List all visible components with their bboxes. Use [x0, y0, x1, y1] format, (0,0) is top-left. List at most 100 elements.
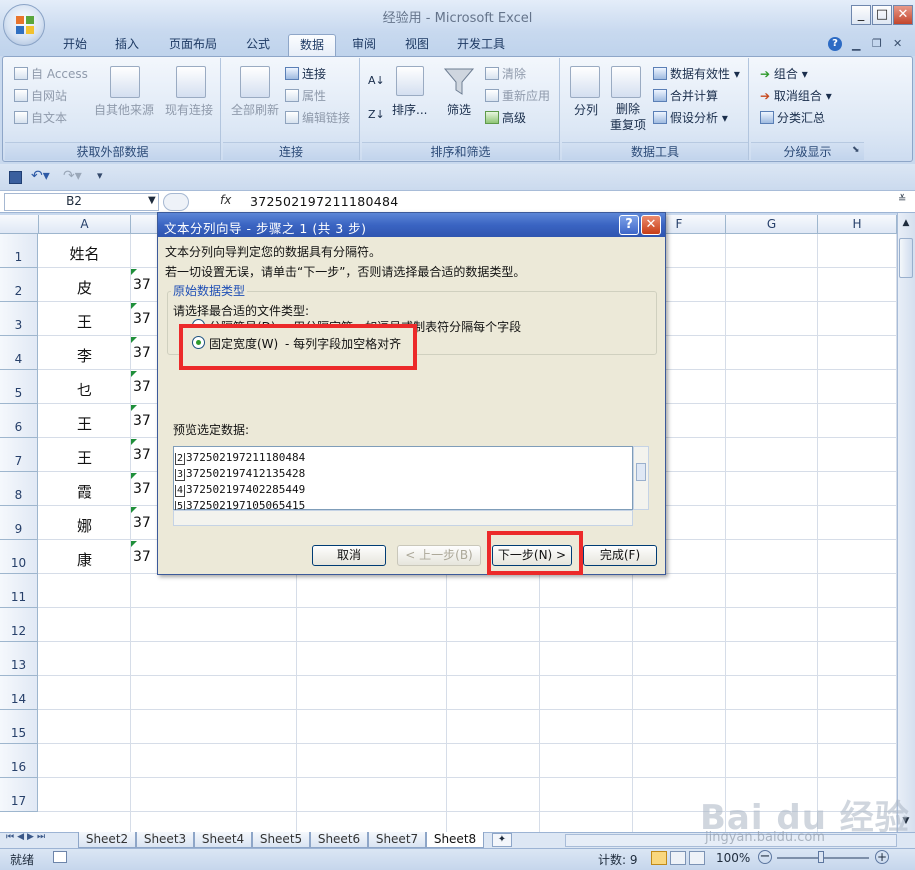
cell-id[interactable]: 37 — [133, 277, 151, 293]
ungroup-button[interactable]: ➔ 取消组合 ▾ — [760, 87, 832, 104]
sheet-tab[interactable]: Sheet6 — [310, 832, 368, 848]
subtotal-button[interactable]: 分类汇总 — [760, 109, 825, 126]
from-access-button[interactable]: 自 Access — [14, 65, 88, 82]
save-icon[interactable] — [9, 171, 22, 184]
tab-review[interactable]: 审阅 — [342, 34, 386, 56]
maximize-button[interactable]: □ — [872, 5, 892, 25]
remove-duplicates-button[interactable]: 删除 重复项 — [610, 101, 646, 133]
preview-horizontal-scrollbar[interactable] — [173, 510, 633, 526]
macro-record-icon[interactable] — [53, 851, 67, 863]
tab-insert[interactable]: 插入 — [106, 34, 148, 56]
cell-name[interactable]: 乜 — [39, 379, 130, 400]
sheet-tab[interactable]: Sheet2 — [78, 832, 136, 848]
other-sources-button[interactable]: 自其他来源 — [94, 101, 154, 118]
row-header[interactable]: 16 — [0, 744, 38, 778]
advanced-button[interactable]: 高级 — [485, 109, 526, 126]
cell-name[interactable]: 王 — [39, 311, 130, 332]
row-header[interactable]: 8 — [0, 472, 38, 506]
refresh-all-button[interactable]: 全部刷新 — [231, 101, 279, 118]
row-header[interactable]: 4 — [0, 336, 38, 370]
page-layout-view-icon[interactable] — [670, 851, 686, 865]
normal-view-icon[interactable] — [651, 851, 667, 865]
sheet-tab[interactable]: Sheet5 — [252, 832, 310, 848]
zoom-in-icon[interactable]: + — [875, 850, 889, 864]
edit-links-button[interactable]: 编辑链接 — [285, 109, 350, 126]
scroll-up-icon[interactable]: ▲ — [899, 218, 913, 232]
connections-button[interactable]: 连接 — [285, 65, 326, 82]
tab-data[interactable]: 数据 — [288, 34, 336, 56]
cell-id[interactable]: 37 — [133, 379, 151, 395]
existing-connections-button[interactable]: 现有连接 — [165, 101, 213, 118]
minimize-button[interactable]: _ — [851, 5, 871, 25]
undo-icon[interactable]: ↶▾ — [31, 168, 50, 184]
formula-input[interactable]: 372502197211180484 — [250, 194, 399, 209]
row-header[interactable]: 15 — [0, 710, 38, 744]
sort-desc-icon[interactable]: Z↓ — [368, 108, 385, 121]
what-if-button[interactable]: 假设分析 ▾ — [653, 109, 728, 126]
text-to-columns-button[interactable]: 分列 — [574, 101, 598, 118]
ribbon-restore-icon[interactable]: ❐ — [872, 37, 882, 50]
formula-expand-handle[interactable] — [163, 193, 189, 211]
dialog-launcher-icon[interactable]: ⬊ — [852, 145, 860, 155]
select-all-corner[interactable] — [0, 215, 39, 234]
cell-name[interactable]: 王 — [39, 447, 130, 468]
help-icon[interactable]: ? — [828, 37, 842, 51]
cell-id[interactable]: 37 — [133, 515, 151, 531]
row-header[interactable]: 7 — [0, 438, 38, 472]
row-header[interactable]: 1 — [0, 234, 38, 268]
cell-name[interactable]: 皮 — [39, 277, 130, 298]
sort-asc-icon[interactable]: A↓ — [368, 74, 385, 87]
sheet-tab[interactable]: Sheet3 — [136, 832, 194, 848]
cell-name[interactable]: 霞 — [39, 481, 130, 502]
row-header[interactable]: 6 — [0, 404, 38, 438]
cell-name[interactable]: 姓名 — [39, 243, 130, 264]
redo-icon[interactable]: ↷▾ — [63, 168, 82, 184]
row-header[interactable]: 12 — [0, 608, 38, 642]
office-button[interactable] — [3, 4, 45, 46]
ribbon-min-icon[interactable]: ▁ — [852, 38, 860, 51]
sheet-tab[interactable]: Sheet8 — [426, 832, 484, 848]
row-header[interactable]: 10 — [0, 540, 38, 574]
data-validation-button[interactable]: 数据有效性 ▾ — [653, 65, 740, 82]
sheet-tab[interactable]: Sheet7 — [368, 832, 426, 848]
column-header[interactable]: G — [726, 215, 818, 234]
filter-button[interactable]: 筛选 — [447, 101, 471, 118]
customize-qat-icon[interactable]: ▾ — [97, 169, 103, 182]
window-close-button[interactable]: ✕ — [893, 5, 913, 25]
tab-home[interactable]: 开始 — [54, 34, 96, 56]
vertical-scroll-thumb[interactable] — [899, 238, 913, 278]
vertical-scrollbar[interactable] — [897, 213, 915, 832]
tab-formulas[interactable]: 公式 — [236, 34, 280, 56]
cell-id[interactable]: 37 — [133, 549, 151, 565]
cancel-button[interactable]: 取消 — [312, 545, 386, 566]
cell-id[interactable]: 37 — [133, 311, 151, 327]
tab-developer[interactable]: 开发工具 — [448, 34, 514, 56]
group-button[interactable]: ➔ 组合 ▾ — [760, 65, 808, 82]
column-header[interactable]: H — [818, 215, 897, 234]
row-header[interactable]: 5 — [0, 370, 38, 404]
from-web-button[interactable]: 自网站 — [14, 87, 67, 104]
consolidate-button[interactable]: 合并计算 — [653, 87, 718, 104]
dialog-close-button[interactable]: ✕ — [641, 215, 661, 235]
cell-id[interactable]: 37 — [133, 345, 151, 361]
zoom-level[interactable]: 100% — [716, 851, 750, 865]
sort-button[interactable]: 排序... — [392, 101, 427, 118]
cell-name[interactable]: 康 — [39, 549, 130, 570]
tab-page-layout[interactable]: 页面布局 — [160, 34, 226, 56]
sheet-tab[interactable]: Sheet4 — [194, 832, 252, 848]
clear-button[interactable]: 清除 — [485, 65, 526, 82]
reapply-button[interactable]: 重新应用 — [485, 87, 550, 104]
formula-expand-icon[interactable]: ≚ — [898, 194, 906, 205]
dialog-help-button[interactable]: ? — [619, 215, 639, 235]
sheet-nav-icons[interactable]: ⏮◀▶⏭ — [6, 832, 48, 842]
cell-name[interactable]: 李 — [39, 345, 130, 366]
zoom-slider-thumb[interactable] — [818, 851, 824, 863]
insert-sheet-icon[interactable]: ✦ — [492, 833, 512, 847]
cell-id[interactable]: 37 — [133, 447, 151, 463]
cell-id[interactable]: 37 — [133, 481, 151, 497]
row-header[interactable]: 17 — [0, 778, 38, 812]
page-break-view-icon[interactable] — [689, 851, 705, 865]
ribbon-close-icon[interactable]: ✕ — [893, 37, 902, 50]
cell-name[interactable]: 王 — [39, 413, 130, 434]
properties-button[interactable]: 属性 — [285, 87, 326, 104]
